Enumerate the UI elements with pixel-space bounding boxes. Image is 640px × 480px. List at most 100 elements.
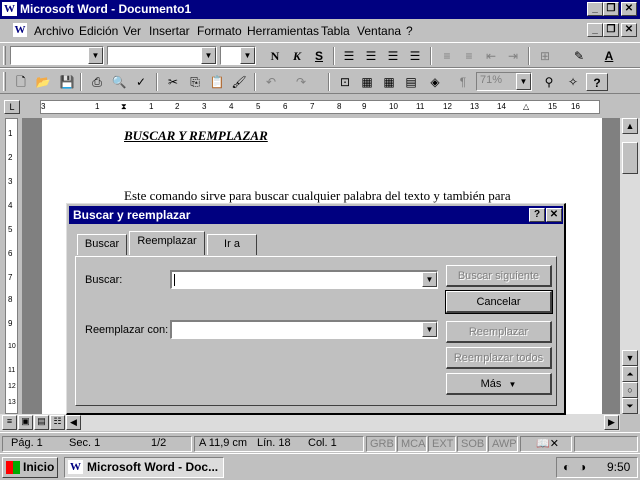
undo-icon[interactable]: ↶ bbox=[260, 73, 282, 91]
hyperlink-icon[interactable]: ⊡ bbox=[334, 73, 356, 91]
next-page-icon[interactable]: ⏷ bbox=[622, 398, 638, 414]
menu-tabla[interactable]: Tabla bbox=[321, 24, 350, 38]
bold-button[interactable]: N bbox=[264, 47, 286, 65]
show-hide-icon[interactable]: ¶ bbox=[452, 73, 474, 91]
binoculars-icon[interactable]: ⚲ bbox=[538, 73, 560, 91]
replace-button[interactable]: Reemplazar bbox=[446, 321, 552, 343]
scroll-right-icon[interactable]: ▶ bbox=[604, 415, 619, 430]
spelling-status-icon[interactable]: 📖✕ bbox=[520, 436, 572, 452]
menu-ver[interactable]: Ver bbox=[123, 24, 141, 38]
browse-object-icon[interactable]: ○ bbox=[622, 382, 638, 398]
chevron-down-icon[interactable]: ▼ bbox=[240, 47, 255, 64]
print-icon[interactable]: ⎙ bbox=[86, 73, 108, 91]
bullets-icon[interactable]: ≡ bbox=[458, 47, 480, 65]
taskbar-word-button[interactable]: W Microsoft Word - Doc... bbox=[64, 457, 224, 478]
word-app-icon[interactable]: W bbox=[2, 2, 17, 16]
help-icon[interactable]: ? bbox=[586, 73, 608, 91]
maximize-button[interactable]: ❐ bbox=[603, 2, 619, 16]
scroll-up-icon[interactable]: ▲ bbox=[622, 118, 638, 134]
clock[interactable]: 9:50 bbox=[607, 458, 630, 477]
menu-insertar[interactable]: Insertar bbox=[149, 24, 190, 38]
office-assistant-icon[interactable]: ✧ bbox=[562, 73, 584, 91]
print-preview-icon[interactable]: 🔍 bbox=[108, 73, 130, 91]
justify-icon[interactable]: ☰ bbox=[404, 47, 426, 65]
tables-borders-icon[interactable]: ▦ bbox=[356, 73, 378, 91]
insert-excel-icon[interactable]: ▤ bbox=[400, 73, 422, 91]
doc-close-button[interactable]: ✕ bbox=[621, 23, 637, 37]
copy-icon[interactable]: ⎘ bbox=[184, 73, 206, 91]
chevron-down-icon[interactable]: ▼ bbox=[422, 322, 437, 337]
underline-button[interactable]: S bbox=[308, 47, 330, 65]
align-center-icon[interactable]: ☰ bbox=[360, 47, 382, 65]
highlight-icon[interactable]: ✎ bbox=[568, 47, 590, 65]
toolbar-grip[interactable] bbox=[3, 72, 6, 91]
decrease-indent-icon[interactable]: ⇤ bbox=[480, 47, 502, 65]
paste-icon[interactable]: 📋 bbox=[206, 73, 228, 91]
right-indent-marker-icon[interactable]: △ bbox=[523, 101, 529, 113]
dialog-title-bar[interactable]: Buscar y reemplazar ? ✕ bbox=[69, 206, 563, 224]
align-right-icon[interactable]: ☰ bbox=[382, 47, 404, 65]
toolbar-grip[interactable] bbox=[3, 46, 6, 65]
numbering-icon[interactable]: ≡ bbox=[436, 47, 458, 65]
menu-edicion[interactable]: Edición bbox=[79, 24, 118, 38]
replace-input[interactable]: ▼ bbox=[170, 320, 438, 339]
borders-icon[interactable]: ⊞ bbox=[534, 47, 556, 65]
italic-button[interactable]: K bbox=[286, 47, 308, 65]
drawing-icon[interactable]: ◈ bbox=[424, 73, 446, 91]
dialog-close-button[interactable]: ✕ bbox=[546, 208, 562, 222]
menu-formato[interactable]: Formato bbox=[197, 24, 242, 38]
font-color-icon[interactable]: A bbox=[598, 47, 620, 65]
more-button[interactable]: Más ▼ bbox=[446, 373, 552, 395]
redo-icon[interactable]: ↷ bbox=[290, 73, 312, 91]
ruler-bar[interactable]: 3 1 ⧗ 1 2 3 4 5 6 7 8 9 10 11 12 13 14 △… bbox=[40, 100, 600, 114]
new-document-icon[interactable]: 🗋 bbox=[10, 73, 32, 91]
online-layout-icon[interactable]: ▣ bbox=[18, 415, 33, 430]
tab-selector-button[interactable]: L bbox=[4, 100, 20, 114]
page-layout-icon[interactable]: ▤ bbox=[34, 415, 49, 430]
minimize-button[interactable]: _ bbox=[587, 2, 603, 16]
zoom-combo[interactable]: 71% ▼ bbox=[476, 72, 532, 91]
scroll-thumb[interactable] bbox=[622, 142, 638, 174]
open-folder-icon[interactable]: 📂 bbox=[32, 73, 54, 91]
previous-page-icon[interactable]: ⏶ bbox=[622, 366, 638, 382]
scroll-down-icon[interactable]: ▼ bbox=[622, 350, 638, 366]
doc-restore-button[interactable]: ❐ bbox=[603, 23, 619, 37]
find-input[interactable]: ▼ bbox=[170, 270, 438, 289]
start-button[interactable]: Inicio bbox=[2, 457, 58, 478]
cancel-button[interactable]: Cancelar bbox=[445, 290, 553, 314]
doc-minimize-button[interactable]: _ bbox=[587, 23, 603, 37]
vertical-ruler-bar[interactable]: 1 2 3 4 5 6 7 8 9 10 11 12 13 bbox=[5, 118, 18, 414]
volume-icon[interactable]: ◑ bbox=[579, 458, 586, 477]
status-rec[interactable]: GRB bbox=[366, 436, 396, 452]
chevron-down-icon[interactable]: ▼ bbox=[88, 47, 103, 64]
network-icon[interactable]: ◐ bbox=[563, 458, 570, 477]
indent-marker-icon[interactable]: ⧗ bbox=[121, 101, 127, 113]
insert-table-icon[interactable]: ▦ bbox=[378, 73, 400, 91]
menu-help[interactable]: ? bbox=[406, 24, 413, 38]
outline-view-icon[interactable]: ☷ bbox=[50, 415, 65, 430]
font-size-combo[interactable]: ▼ bbox=[220, 46, 256, 65]
save-icon[interactable]: 💾 bbox=[56, 73, 78, 91]
vertical-scrollbar[interactable]: ▲ ▼ ⏶ ○ ⏷ bbox=[620, 118, 640, 414]
chevron-down-icon[interactable]: ▼ bbox=[516, 73, 531, 90]
status-ovr[interactable]: SOB bbox=[457, 436, 487, 452]
normal-view-icon[interactable]: ≡ bbox=[2, 415, 17, 430]
chevron-down-icon[interactable]: ▼ bbox=[422, 272, 437, 287]
close-button[interactable]: ✕ bbox=[621, 2, 637, 16]
tab-reemplazar[interactable]: Reemplazar bbox=[129, 231, 205, 255]
menu-herramientas[interactable]: Herramientas bbox=[247, 24, 319, 38]
replace-all-button[interactable]: Reemplazar todos bbox=[446, 347, 552, 369]
menu-ventana[interactable]: Ventana bbox=[357, 24, 401, 38]
tab-ir-a[interactable]: Ir a bbox=[207, 234, 257, 255]
document-icon[interactable]: W bbox=[13, 23, 27, 37]
style-combo[interactable]: ▼ bbox=[10, 46, 104, 65]
cut-icon[interactable]: ✂ bbox=[162, 73, 184, 91]
document-paragraph[interactable]: Este comando sirve para buscar cualquier… bbox=[124, 188, 511, 204]
horizontal-scrollbar[interactable]: ≡ ▣ ▤ ☷ ◀ ▶ bbox=[0, 414, 620, 431]
chevron-down-icon[interactable]: ▼ bbox=[201, 47, 216, 64]
increase-indent-icon[interactable]: ⇥ bbox=[502, 47, 524, 65]
format-painter-icon[interactable]: 🖌 bbox=[228, 73, 250, 91]
document-heading[interactable]: BUSCAR Y REMPLAZAR bbox=[124, 128, 268, 144]
font-combo[interactable]: ▼ bbox=[107, 46, 217, 65]
spelling-icon[interactable]: ✓ bbox=[130, 73, 152, 91]
